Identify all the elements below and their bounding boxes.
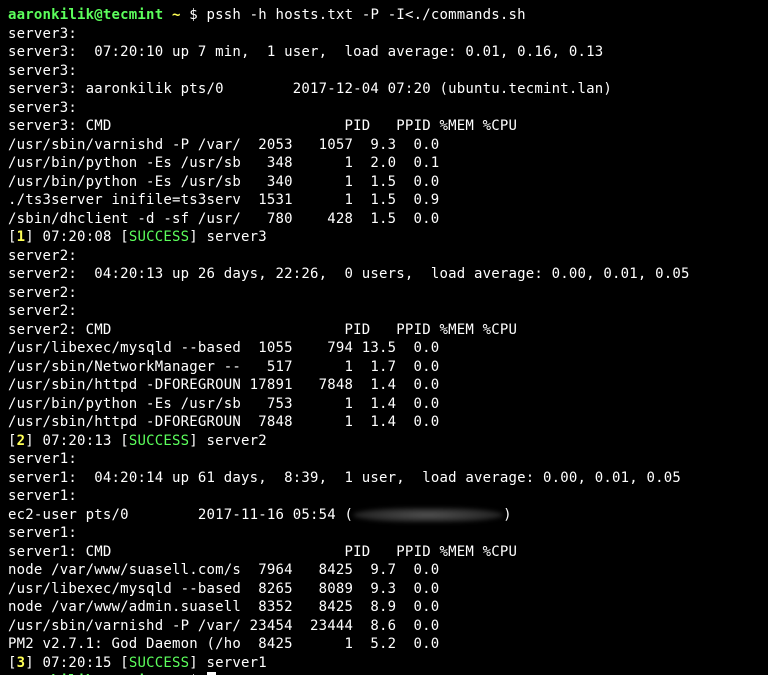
line-s1-proc-1: /usr/libexec/mysqld --based 8265 8089 9.…	[8, 581, 439, 597]
line-s1-label-3: server1:	[8, 525, 77, 541]
line-s3-who: server3: aaronkilik pts/0 2017-12-04 07:…	[8, 81, 612, 97]
line-s2-uptime: server2: 04:20:13 up 26 days, 22:26, 0 u…	[8, 266, 690, 282]
line-s1-uptime: server1: 04:20:14 up 61 days, 8:39, 1 us…	[8, 470, 681, 486]
line-s2-label-2: server2:	[8, 285, 77, 301]
line-s3-proc-3: ./ts3server inifile=ts3serv 1531 1 1.5 0…	[8, 192, 439, 208]
redacted-host	[353, 508, 503, 522]
prompt-user-host: aaronkilik@tecmint	[8, 7, 163, 23]
line-s2-proc-2: /usr/sbin/httpd -DFOREGROUN 17891 7848 1…	[8, 377, 439, 393]
line-s1-proc-4: PM2 v2.7.1: God Daemon (/ho 8425 1 5.2 0…	[8, 636, 439, 652]
line-s2-proc-0: /usr/libexec/mysqld --based 1055 794 13.…	[8, 340, 439, 356]
line-s3-uptime: server3: 07:20:10 up 7 min, 1 user, load…	[8, 44, 603, 60]
line-s2-label-1: server2:	[8, 248, 77, 264]
line-s2-header: server2: CMD PID PPID %MEM %CPU	[8, 322, 517, 338]
line-s1-label-2: server1:	[8, 488, 77, 504]
command-text: pssh -h hosts.txt -P -I<./commands.sh	[207, 7, 526, 23]
line-s2-result: [2] 07:20:13 [SUCCESS] server2	[8, 433, 267, 449]
line-s2-proc-1: /usr/sbin/NetworkManager -- 517 1 1.7 0.…	[8, 359, 439, 375]
line-s3-header: server3: CMD PID PPID %MEM %CPU	[8, 118, 517, 134]
line-s2-proc-3: /usr/bin/python -Es /usr/sb 753 1 1.4 0.…	[8, 396, 439, 412]
line-s1-proc-3: /usr/sbin/varnishd -P /var/ 23454 23444 …	[8, 618, 439, 634]
line-s1-result: [3] 07:20:15 [SUCCESS] server1	[8, 655, 267, 671]
terminal-output[interactable]: aaronkilik@tecmint ~ $ pssh -h hosts.txt…	[0, 0, 768, 675]
line-s3-label-1: server3:	[8, 26, 77, 42]
line-s2-label-3: server2:	[8, 303, 77, 319]
line-s1-header: server1: CMD PID PPID %MEM %CPU	[8, 544, 517, 560]
line-s3-label-3: server3:	[8, 100, 77, 116]
line-s1-proc-0: node /var/www/suasell.com/s 7964 8425 9.…	[8, 562, 439, 578]
prompt-symbol: $	[189, 7, 198, 23]
line-s3-proc-2: /usr/bin/python -Es /usr/sb 340 1 1.5 0.…	[8, 174, 439, 190]
line-s3-label-2: server3:	[8, 63, 77, 79]
line-s1-proc-2: node /var/www/admin.suasell 8352 8425 8.…	[8, 599, 439, 615]
prompt-path: ~	[172, 7, 181, 23]
line-s2-proc-4: /usr/sbin/httpd -DFOREGROUN 7848 1 1.4 0…	[8, 414, 439, 430]
line-s3-result: [1] 07:20:08 [SUCCESS] server3	[8, 229, 267, 245]
line-s3-proc-0: /usr/sbin/varnishd -P /var/ 2053 1057 9.…	[8, 137, 439, 153]
line-s1-who: ec2-user pts/0 2017-11-16 05:54 ()	[8, 507, 512, 523]
line-s1-label-1: server1:	[8, 451, 77, 467]
line-s3-proc-1: /usr/bin/python -Es /usr/sb 348 1 2.0 0.…	[8, 155, 439, 171]
line-s3-proc-4: /sbin/dhclient -d -sf /usr/ 780 428 1.5 …	[8, 211, 439, 227]
